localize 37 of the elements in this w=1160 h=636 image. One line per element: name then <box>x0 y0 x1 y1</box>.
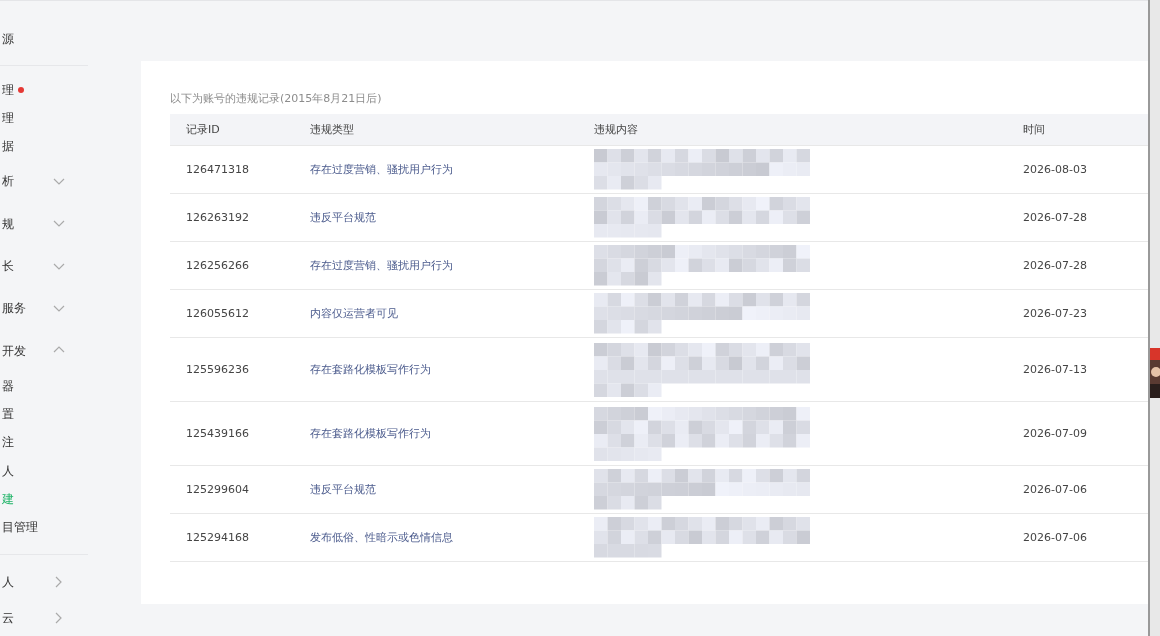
table-cell: 125596236 <box>170 338 294 402</box>
column-header: 时间 <box>1007 114 1148 146</box>
sidebar-item[interactable]: 器 <box>2 377 14 395</box>
table-cell: 126471318 <box>170 146 294 194</box>
sidebar-group[interactable]: 服务 <box>2 300 26 318</box>
column-header: 违规类型 <box>294 114 578 146</box>
sidebar-group[interactable]: 析 <box>2 173 14 191</box>
sidebar-group[interactable]: 长 <box>2 258 14 276</box>
violation-type: 违反平台规范 <box>294 194 578 242</box>
table-cell: 125439166 <box>170 402 294 466</box>
table-cell: 125299604 <box>170 466 294 514</box>
sidebar-item[interactable]: 源 <box>2 30 14 48</box>
violation-type: 存在过度营销、骚扰用户行为 <box>294 242 578 290</box>
sidebar-item[interactable]: 据 <box>2 138 14 156</box>
violation-type: 发布低俗、性暗示或色情信息 <box>294 514 578 562</box>
table-cell: 125294168 <box>170 514 294 562</box>
sidebar-item[interactable]: 目管理 <box>2 518 38 536</box>
violation-type: 存在套路化模板写作行为 <box>294 402 578 466</box>
sidebar-link[interactable]: 云 <box>2 609 14 627</box>
violation-type: 存在套路化模板写作行为 <box>294 338 578 402</box>
sidebar-item[interactable]: 置 <box>2 406 14 424</box>
sidebar-item[interactable]: 注 <box>2 434 14 452</box>
violation-type: 存在过度营销、骚扰用户行为 <box>294 146 578 194</box>
violation-type: 违反平台规范 <box>294 466 578 514</box>
sidebar-group[interactable]: 规 <box>2 215 14 233</box>
column-header: 记录ID <box>170 114 294 146</box>
sidebar-item[interactable]: 理 <box>2 109 14 127</box>
sidebar-item[interactable]: 理 <box>2 81 14 99</box>
sidebar-link[interactable]: 人 <box>2 573 14 591</box>
sidebar-item[interactable]: 人 <box>2 462 14 480</box>
table-cell: 126055612 <box>170 290 294 338</box>
caption: 以下为账号的违规记录(2015年8月21日后) <box>170 91 383 106</box>
table-cell: 126263192 <box>170 194 294 242</box>
table-cell: 126256266 <box>170 242 294 290</box>
violation-type: 内容仅运营者可见 <box>294 290 578 338</box>
column-header: 违规内容 <box>578 114 1007 146</box>
sidebar-group[interactable]: 开发 <box>2 342 26 360</box>
